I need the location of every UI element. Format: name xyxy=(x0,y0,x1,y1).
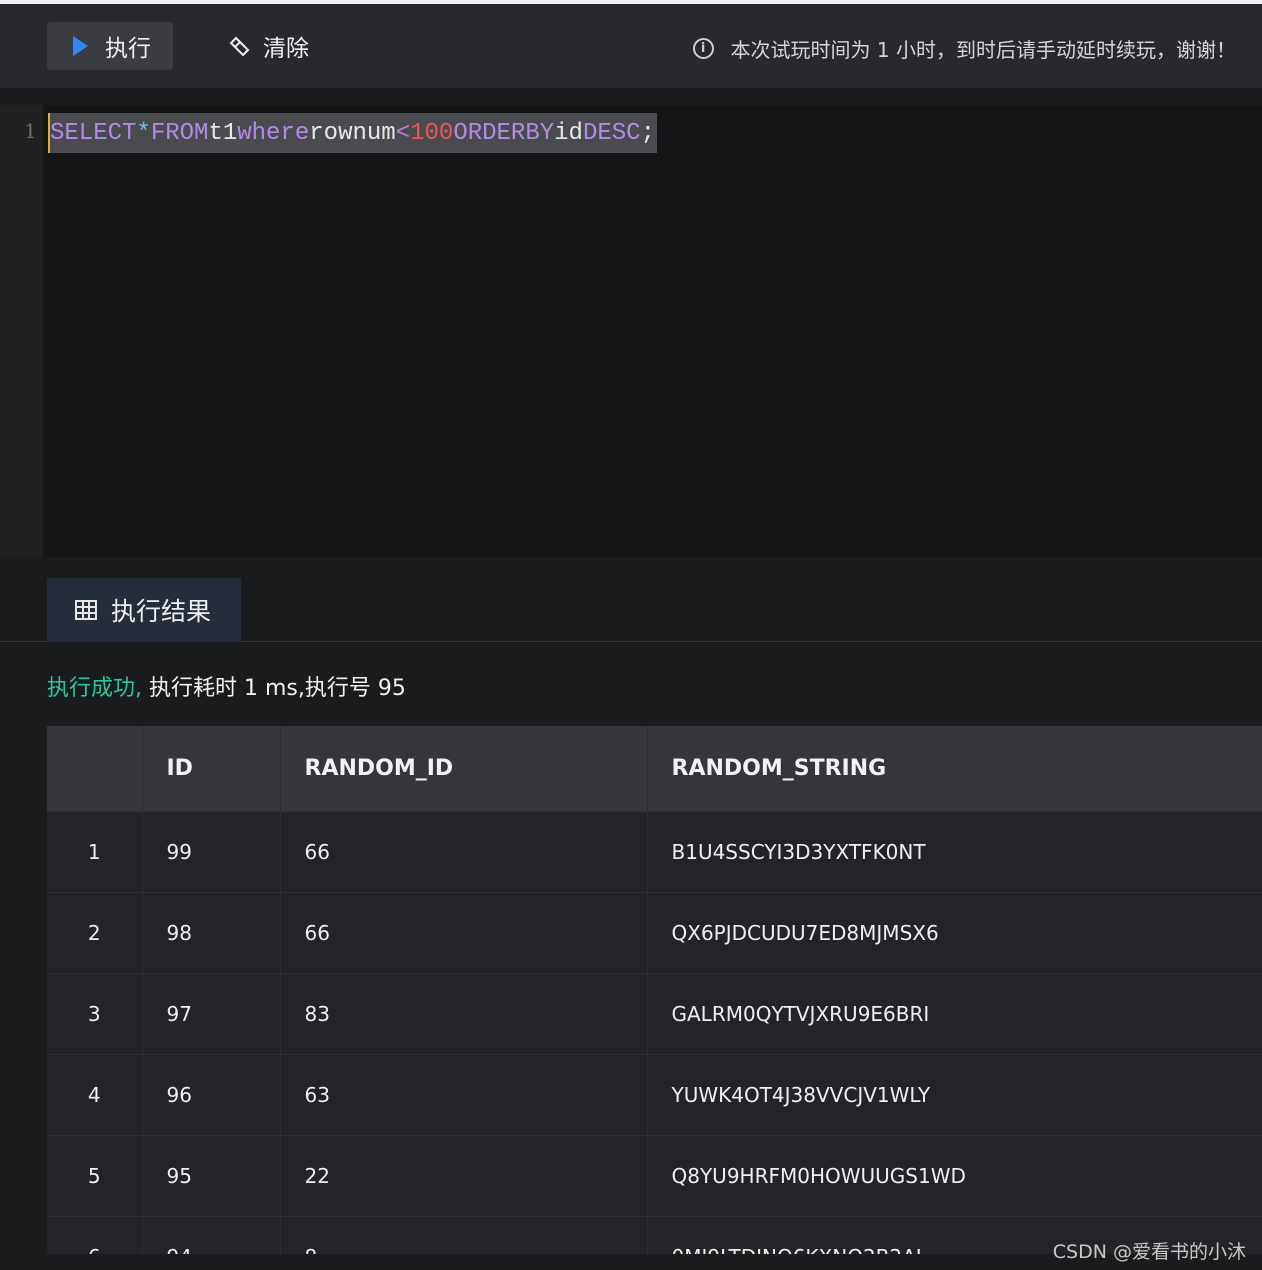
tab-results-label: 执行结果 xyxy=(111,597,212,626)
tab-results[interactable]: 执行结果 xyxy=(47,578,241,642)
trial-notice: i 本次试玩时间为 1 小时，到时后请手动延时续玩，谢谢！ xyxy=(692,34,1236,63)
execution-status: 执行成功, 执行耗时 1 ms,执行号 95 xyxy=(47,670,406,702)
row-index: 6 xyxy=(47,1215,143,1254)
status-success: 执行成功, xyxy=(47,676,142,701)
token-by: BY xyxy=(525,119,555,147)
table-header-row: ID RANDOM_ID RANDOM_STRING xyxy=(47,726,1262,811)
cell-random-string: GALRM0QYTVJXRU9E6BRI xyxy=(647,972,1262,1054)
row-index: 4 xyxy=(47,1053,143,1135)
table-row[interactable]: 3 97 83 GALRM0QYTVJXRU9E6BRI xyxy=(47,972,1262,1054)
run-button[interactable]: 执行 xyxy=(47,22,173,70)
cell-random-string: YUWK4OT4J38VVCJV1WLY xyxy=(647,1053,1262,1135)
token-select: SELECT xyxy=(50,119,137,147)
info-icon: i xyxy=(692,38,714,59)
row-index: 1 xyxy=(47,810,143,892)
watermark: CSDN @爱看书的小沐 xyxy=(1052,1241,1246,1263)
cell-random-id: 22 xyxy=(280,1134,648,1216)
row-index: 3 xyxy=(47,972,143,1054)
status-detail: 执行耗时 1 ms,执行号 95 xyxy=(142,676,406,701)
editor-gutter: 1 xyxy=(0,105,43,557)
token-desc: DESC xyxy=(582,119,641,147)
line-number: 1 xyxy=(24,119,37,143)
token-rownum: rownum xyxy=(309,119,396,147)
token-table: t1 xyxy=(208,119,238,147)
token-semicolon: ; xyxy=(640,119,655,147)
row-index: 2 xyxy=(47,891,143,973)
column-header-random-string[interactable]: RANDOM_STRING xyxy=(647,726,1262,811)
results-table[interactable]: ID RANDOM_ID RANDOM_STRING 1 99 66 B1U4S… xyxy=(47,726,1262,1254)
result-tabs: 执行结果 xyxy=(0,578,1262,642)
cell-id: 98 xyxy=(142,891,281,973)
play-icon xyxy=(73,36,88,56)
eraser-icon xyxy=(228,34,252,58)
row-index: 5 xyxy=(47,1134,143,1216)
table-row[interactable]: 1 99 66 B1U4SSCYI3D3YXTFK0NT xyxy=(47,810,1262,892)
cell-id: 94 xyxy=(142,1215,281,1254)
cell-random-id: 66 xyxy=(280,810,648,892)
cell-random-id: 63 xyxy=(280,1053,648,1135)
cell-id: 97 xyxy=(142,972,281,1054)
cell-random-string: QX6PJDCUDU7ED8MJMSX6 xyxy=(647,891,1262,973)
code-line[interactable]: SELECT * FROM t1 where rownum <100 ORDER … xyxy=(48,113,657,153)
token-lt: < xyxy=(395,119,411,147)
toolbar: 执行 清除 i 本次试玩时间为 1 小时，到时后请手动延时续玩，谢谢！ xyxy=(0,4,1262,88)
cell-random-string: B1U4SSCYI3D3YXTFK0NT xyxy=(647,810,1262,892)
table-row[interactable]: 5 95 22 Q8YU9HRFM0HOWUUGS1WD xyxy=(47,1134,1262,1216)
sql-editor[interactable]: 1 SELECT * FROM t1 where rownum <100 ORDE… xyxy=(0,105,1262,557)
table-icon xyxy=(75,600,97,620)
token-from: FROM xyxy=(150,119,209,147)
table-row[interactable]: 2 98 66 QX6PJDCUDU7ED8MJMSX6 xyxy=(47,891,1262,973)
token-number: 100 xyxy=(410,119,454,147)
table-row[interactable]: 4 96 63 YUWK4OT4J38VVCJV1WLY xyxy=(47,1053,1262,1135)
column-header-id[interactable]: ID xyxy=(142,726,281,811)
cell-id: 99 xyxy=(142,810,281,892)
token-where: where xyxy=(237,119,310,147)
run-button-label: 执行 xyxy=(105,36,151,62)
clear-button-label: 清除 xyxy=(263,36,309,62)
cell-random-id: 83 xyxy=(280,972,648,1054)
cell-id: 95 xyxy=(142,1134,281,1216)
clear-button[interactable]: 清除 xyxy=(226,22,336,70)
token-star: * xyxy=(136,119,151,147)
column-header-index xyxy=(47,726,143,811)
cell-random-id: 8 xyxy=(280,1215,648,1254)
cell-random-id: 66 xyxy=(280,891,648,973)
token-id: id xyxy=(554,119,583,147)
trial-notice-text: 本次试玩时间为 1 小时，到时后请手动延时续玩，谢谢！ xyxy=(730,38,1236,62)
selected-text: SELECT * FROM t1 where rownum <100 ORDER … xyxy=(48,113,657,153)
cell-id: 96 xyxy=(142,1053,281,1135)
column-header-random-id[interactable]: RANDOM_ID xyxy=(280,726,648,811)
cell-random-string: Q8YU9HRFM0HOWUUGS1WD xyxy=(647,1134,1262,1216)
token-order: ORDER xyxy=(453,119,526,147)
